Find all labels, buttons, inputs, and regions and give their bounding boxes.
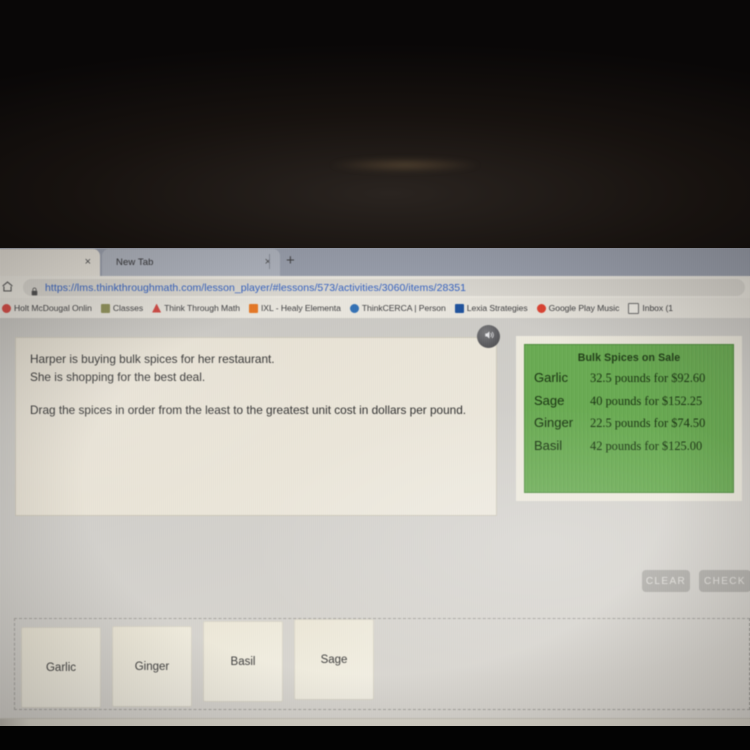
- table-row: Sage 40 pounds for $152.25: [534, 393, 724, 409]
- browser-tab-strip: ayer × New Tab × +: [0, 248, 750, 276]
- bookmark-label: Classes: [112, 303, 144, 313]
- bookmark-label: IXL - Healy Elementa: [260, 303, 341, 313]
- bookmarks-bar: Holt McDougal Onlin Classes Think Throug…: [0, 298, 750, 318]
- photo-of-laptop-screen: ayer × New Tab × +: [0, 0, 750, 750]
- action-button-row: CLEAR CHECK: [0, 570, 750, 596]
- question-text: Harper is buying bulk spices for her res…: [30, 350, 480, 419]
- prompt-line-1: Harper is buying bulk spices for her res…: [30, 352, 275, 366]
- tile-label: Sage: [320, 653, 348, 666]
- bookmark-label: Lexia Strategies: [466, 303, 528, 313]
- spice-name: Garlic: [534, 370, 568, 385]
- spice-name: Basil: [534, 437, 563, 453]
- bookmark-favicon: [349, 303, 359, 313]
- bookmark-label: Inbox (1: [642, 303, 674, 313]
- spice-name: Sage: [534, 392, 565, 408]
- draggable-tile-ginger[interactable]: Ginger: [112, 626, 192, 707]
- bookmark-label: Think Through Math: [164, 303, 240, 313]
- bookmark-label: Google Play Music: [548, 303, 620, 313]
- bezel-glare: [330, 158, 480, 172]
- tile-label: Garlic: [45, 661, 77, 674]
- table-row: Ginger 22.5 pounds for $74.50: [534, 415, 724, 431]
- omnibox-row: https://lms.thinkthroughmath.com/lesson_…: [0, 276, 750, 298]
- bookmark-google-play-music[interactable]: Google Play Music: [536, 303, 620, 313]
- table-row: Garlic 32.5 pounds for $92.60: [534, 370, 724, 386]
- close-icon[interactable]: ×: [265, 257, 271, 268]
- bookmark-favicon: [454, 303, 464, 313]
- close-icon[interactable]: ×: [85, 257, 91, 268]
- draggable-tile-basil[interactable]: Basil: [203, 621, 283, 702]
- spice-price: 22.5 pounds for $74.50: [590, 416, 706, 430]
- bookmark-inbox[interactable]: Inbox (1: [628, 302, 674, 314]
- bookmark-lexia-strategies[interactable]: Lexia Strategies: [454, 303, 528, 313]
- url-text: https://lms.thinkthroughmath.com/lesson_…: [45, 281, 467, 294]
- lock-icon: [31, 283, 38, 296]
- bookmark-thinkcerca[interactable]: ThinkCERCA | Person: [349, 303, 446, 313]
- tile-label: Basil: [230, 655, 256, 668]
- home-icon[interactable]: [1, 280, 14, 293]
- browser-window: ayer × New Tab × +: [0, 248, 750, 726]
- bookmark-label: ThinkCERCA | Person: [361, 303, 446, 313]
- instruction-text: Drag the spices in order from the least …: [30, 403, 467, 417]
- question-panel: Harper is buying bulk spices for her res…: [15, 337, 497, 516]
- browser-tab-lesson-player[interactable]: ayer ×: [0, 249, 100, 276]
- bulk-spices-table: Bulk Spices on Sale Garlic 32.5 pounds f…: [524, 344, 734, 493]
- browser-tab-new-tab[interactable]: New Tab ×: [102, 249, 280, 276]
- bookmark-favicon: [2, 303, 11, 313]
- bookmark-favicon: [152, 303, 162, 313]
- bookmark-holt-mcdougal[interactable]: Holt McDougal Onlin: [2, 303, 92, 313]
- bookmark-classes[interactable]: Classes: [100, 303, 144, 313]
- bulk-spices-card: Bulk Spices on Sale Garlic 32.5 pounds f…: [516, 336, 742, 501]
- bookmark-ixl[interactable]: IXL - Healy Elementa: [248, 303, 341, 313]
- prompt-line-2: She is shopping for the best deal.: [30, 370, 206, 384]
- laptop-bezel-top: [0, 0, 750, 248]
- bookmark-label: Holt McDougal Onlin: [14, 303, 92, 313]
- spice-price: 42 pounds for $125.00: [590, 438, 703, 453]
- clear-button[interactable]: CLEAR: [642, 570, 690, 592]
- bookmark-favicon: [536, 303, 546, 313]
- tile-label: Ginger: [134, 660, 170, 673]
- tab-divider: [269, 254, 270, 269]
- new-tab-button[interactable]: +: [286, 253, 295, 268]
- order-strip: Least: [0, 718, 750, 726]
- audio-play-button[interactable]: [477, 325, 500, 348]
- spice-drop-zone[interactable]: Garlic Ginger Basil Sage: [14, 618, 750, 710]
- spice-price: 40 pounds for $152.25: [590, 393, 703, 408]
- check-button[interactable]: CHECK: [699, 570, 750, 592]
- draggable-tile-sage[interactable]: Sage: [294, 619, 374, 700]
- bookmark-favicon: [100, 303, 110, 313]
- tab-title: New Tab: [116, 257, 154, 268]
- spice-price: 32.5 pounds for $92.60: [590, 371, 706, 385]
- strip-shadow: [0, 719, 30, 726]
- spice-name: Ginger: [534, 415, 574, 430]
- laptop-bezel-bottom: [0, 726, 750, 750]
- lesson-page: Harper is buying bulk spices for her res…: [0, 318, 750, 726]
- table-title: Bulk Spices on Sale: [577, 352, 681, 364]
- table-row: Basil 42 pounds for $125.00: [534, 438, 724, 454]
- speaker-icon: [483, 328, 495, 346]
- bookmark-think-through-math[interactable]: Think Through Math: [152, 303, 240, 313]
- address-bar[interactable]: https://lms.thinkthroughmath.com/lesson_…: [23, 279, 745, 296]
- gmail-icon: [628, 302, 640, 314]
- bookmark-favicon: [248, 303, 258, 313]
- draggable-tile-garlic[interactable]: Garlic: [21, 627, 101, 708]
